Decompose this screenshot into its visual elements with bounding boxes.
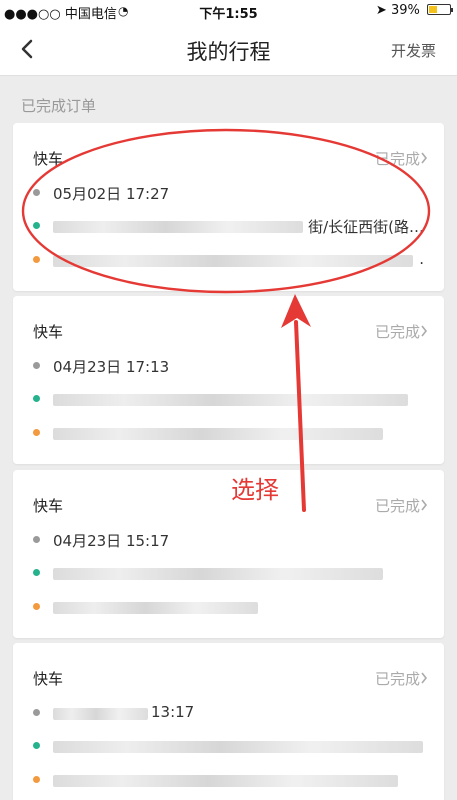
chevron-right-icon: [421, 499, 428, 511]
page-title: 我的行程: [186, 40, 271, 64]
status-right: ➤ 39%: [375, 3, 453, 18]
blurred-end-location: [53, 775, 398, 787]
blurred-end-location: [53, 428, 383, 440]
start-location-row: [33, 563, 424, 583]
start-location-visible-text: 街/长征西街(路…: [308, 218, 424, 236]
end-location-row: [33, 770, 424, 790]
start-point-icon: [33, 395, 40, 402]
end-location-visible-text: .: [419, 250, 424, 268]
order-time-row: 04月23日 15:17: [33, 530, 424, 550]
chevron-right-icon: [421, 325, 428, 337]
order-status: 已完成: [374, 670, 420, 688]
chevron-right-icon: [421, 672, 428, 684]
blurred-start-location: [53, 568, 383, 580]
order-time-row: 04月23日 17:13: [33, 356, 424, 376]
order-card[interactable]: 快车 已完成 04月23日 17:13: [13, 296, 444, 464]
blurred-start-location: [53, 394, 408, 406]
clock-icon: [33, 189, 40, 196]
order-time: 04月23日 17:13: [53, 358, 170, 376]
end-point-icon: [33, 256, 40, 263]
end-point-icon: [33, 429, 40, 436]
order-time: 04月23日 15:17: [53, 532, 170, 550]
invoice-button[interactable]: 开发票: [391, 40, 436, 61]
order-type: 快车: [33, 323, 64, 341]
blurred-end-location: [53, 255, 413, 267]
end-location-row: [33, 423, 424, 443]
blurred-start-location: [53, 221, 303, 233]
start-location-row: [33, 736, 424, 756]
start-location-row: [33, 389, 424, 409]
order-status: 已完成: [374, 323, 420, 341]
annotation-label: 选择: [231, 476, 279, 504]
order-status: 已完成: [374, 497, 420, 515]
order-status: 已完成: [374, 150, 420, 168]
clock-icon: [33, 536, 40, 543]
order-time-row: 13:17: [33, 703, 424, 723]
battery-fill: [429, 6, 437, 13]
completed-orders-title: 已完成订单: [21, 97, 97, 115]
end-point-icon: [33, 603, 40, 610]
end-location-row: .: [33, 250, 424, 270]
end-point-icon: [33, 776, 40, 783]
order-card[interactable]: 快车 已完成 04月23日 15:17: [13, 470, 444, 638]
blurred-end-location: [53, 602, 258, 614]
order-time: 13:17: [151, 703, 195, 721]
navigation-bar: 我的行程 开发票: [0, 22, 457, 76]
order-time-row: 05月02日 17:27: [33, 183, 424, 203]
start-point-icon: [33, 222, 40, 229]
order-card[interactable]: 快车 已完成 05月02日 17:27 街/长征西街(路… .: [13, 123, 444, 291]
end-location-row: [33, 597, 424, 617]
clock-icon: [33, 362, 40, 369]
order-type: 快车: [33, 497, 64, 515]
status-bar: ●●●○○ 中国电信 ◔ 下午1:55 ➤ 39%: [0, 0, 457, 22]
order-type: 快车: [33, 150, 64, 168]
battery-percentage: 39%: [390, 3, 420, 18]
order-type: 快车: [33, 670, 64, 688]
order-card[interactable]: 快车 已完成 13:17: [13, 643, 444, 800]
location-arrow-icon: ➤: [375, 3, 387, 18]
start-point-icon: [33, 742, 40, 749]
battery-icon: [427, 4, 453, 15]
chevron-right-icon: [421, 152, 428, 164]
start-point-icon: [33, 569, 40, 576]
order-time: 05月02日 17:27: [53, 185, 170, 203]
blurred-start-location: [53, 741, 423, 753]
start-location-row: 街/长征西街(路…: [33, 216, 424, 236]
clock-icon: [33, 709, 40, 716]
blurred-date: [53, 708, 148, 720]
